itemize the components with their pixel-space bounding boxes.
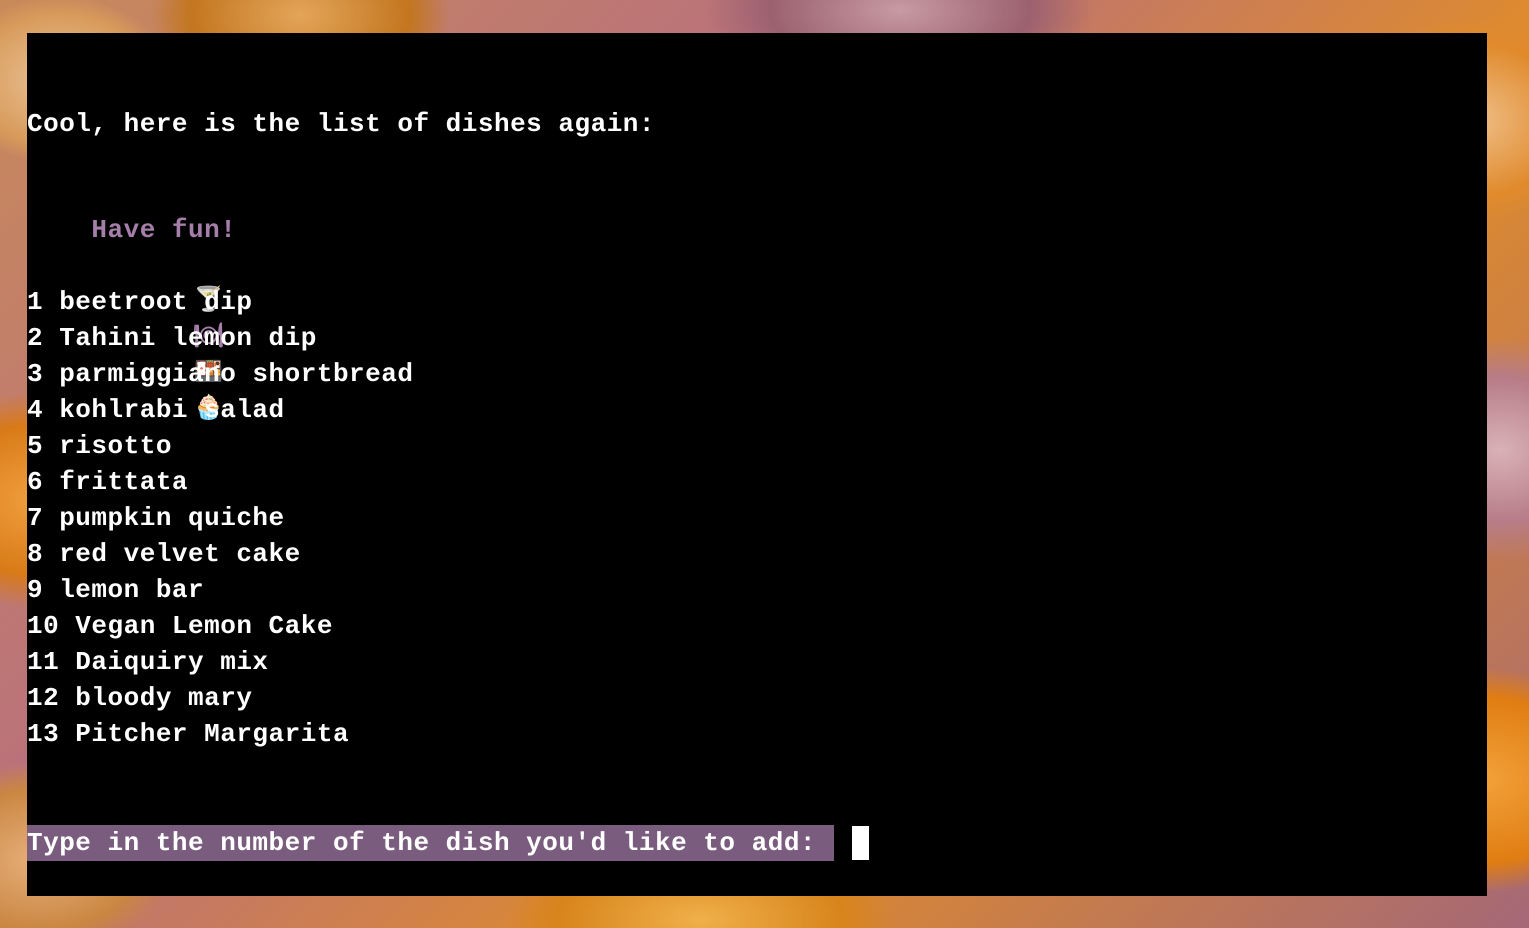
terminal-window: Cool, here is the list of dishes again: …: [27, 33, 1487, 896]
list-item: 5 risotto: [27, 431, 172, 461]
list-item: 8 red velvet cake: [27, 539, 301, 569]
input-prompt-row[interactable]: Type in the number of the dish you'd lik…: [27, 825, 870, 861]
list-item: 10 Vegan Lemon Cake: [27, 611, 333, 641]
list-item: 2 Tahini lemon dip: [27, 323, 317, 353]
list-item: 3 parmiggiano shortbread: [27, 359, 414, 389]
list-item: 7 pumpkin quiche: [27, 503, 285, 533]
have-fun-text: Have fun!: [91, 215, 237, 245]
list-item: 4 kohlrabi salad: [27, 395, 285, 425]
input-prompt-label: Type in the number of the dish you'd lik…: [27, 825, 835, 861]
dish-list: 1 beetroot dip 2 Tahini lemon dip 3 parm…: [27, 284, 413, 752]
list-item: 11 Daiquiry mix: [27, 647, 269, 677]
list-item: 1 beetroot dip: [27, 287, 253, 317]
have-fun-line: Have fun! 🍸 🍽 🍱 🧁: [27, 176, 236, 423]
list-item: 13 Pitcher Margarita: [27, 719, 350, 749]
list-item: 9 lemon bar: [27, 575, 205, 605]
list-item: 12 bloody mary: [27, 683, 253, 713]
list-item: 6 frittata: [27, 467, 189, 497]
intro-text: Cool, here is the list of dishes again:: [27, 109, 655, 139]
text-cursor[interactable]: [852, 826, 870, 860]
